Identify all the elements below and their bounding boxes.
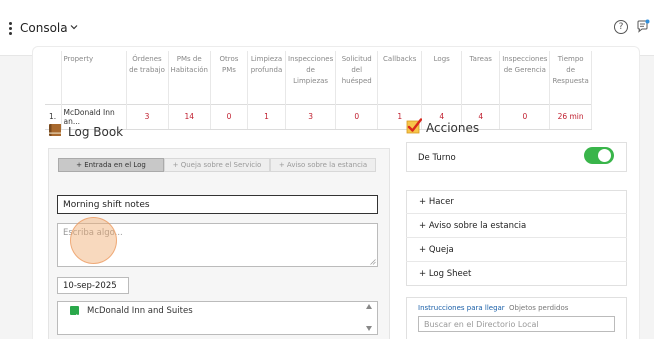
action-item-do[interactable]: + Hacer [406, 190, 627, 214]
cell-other-pms[interactable]: 0 [210, 103, 248, 130]
book-icon [49, 124, 61, 136]
click-highlight [70, 217, 117, 264]
property-label[interactable]: McDonald Inn and Suites [87, 306, 193, 316]
col-work-orders[interactable]: Órdenes de trabajo [126, 51, 169, 104]
col-deep-cleaning[interactable]: Limpieza profunda [247, 51, 286, 104]
directory-search-input[interactable] [418, 316, 615, 332]
property-checkbox[interactable] [70, 306, 79, 320]
tab-lost-items[interactable]: Objetos perdidos [509, 304, 568, 312]
table-row[interactable]: 1. McDonald Inn an... 3 14 0 1 3 0 1 4 4… [45, 103, 592, 130]
log-book-title: Log Book [68, 125, 124, 139]
actions-title: Acciones [426, 121, 480, 135]
cell-guest-requests[interactable]: 0 [335, 103, 379, 130]
col-callbacks[interactable]: Callbacks [377, 51, 423, 104]
subject-input[interactable] [57, 195, 378, 214]
action-item-complaint[interactable]: + Queja [406, 238, 627, 262]
tab-log-entry[interactable]: + Entrada en el Log [58, 158, 164, 172]
col-other-pms[interactable]: Otros PMs [210, 51, 248, 104]
app-title[interactable]: Consola [20, 21, 68, 35]
cell-response-time[interactable]: 26 min [549, 103, 592, 130]
cell-management-inspections[interactable]: 0 [499, 103, 551, 130]
col-tasks[interactable]: Tareas [461, 51, 501, 104]
chat-notification-icon[interactable] [636, 19, 650, 33]
tab-directions[interactable]: Instrucciones para llegar [418, 304, 505, 312]
cell-deep-cleaning[interactable]: 1 [247, 103, 286, 130]
col-index [45, 51, 62, 104]
chevron-down-icon[interactable] [70, 23, 78, 31]
tab-service-complaint[interactable]: + Queja sobre el Servicio [164, 158, 270, 172]
cell-room-pms[interactable]: 14 [168, 103, 211, 130]
col-property[interactable]: Property [61, 51, 127, 104]
scroll-up-icon[interactable] [366, 304, 372, 309]
vertical-dots-icon[interactable] [9, 22, 13, 36]
resize-grip-icon[interactable] [370, 259, 376, 265]
help-circle-icon[interactable]: ? [614, 20, 628, 34]
action-item-log-sheet[interactable]: + Log Sheet [406, 262, 627, 286]
shift-label: De Turno [418, 153, 456, 163]
scroll-down-icon[interactable] [366, 326, 372, 331]
toggle-knob[interactable] [598, 149, 611, 162]
cell-work-orders[interactable]: 3 [126, 103, 169, 130]
col-logs[interactable]: Logs [421, 51, 463, 104]
col-management-inspections[interactable]: Inspecciones de Gerencia [499, 51, 551, 104]
col-guest-requests[interactable]: Solicitud del huésped [335, 51, 379, 104]
cell-cleaning-inspections[interactable]: 3 [285, 103, 337, 130]
col-room-pms[interactable]: PMs de Habitación [168, 51, 211, 104]
tab-stay-notice[interactable]: + Aviso sobre la estancia [270, 158, 376, 172]
log-entry-tabs: + Entrada en el Log + Queja sobre el Ser… [58, 158, 376, 172]
check-icon [71, 314, 78, 320]
date-input[interactable] [57, 277, 129, 294]
checkmark-icon [406, 118, 422, 134]
col-response-time[interactable]: Tiempo de Respuesta [549, 51, 592, 104]
stats-table: Property Órdenes de trabajo PMs de Habit… [45, 51, 592, 130]
action-item-stay-notice[interactable]: + Aviso sobre la estancia [406, 214, 627, 238]
col-cleaning-inspections[interactable]: Inspecciones de Limpiezas [285, 51, 337, 104]
